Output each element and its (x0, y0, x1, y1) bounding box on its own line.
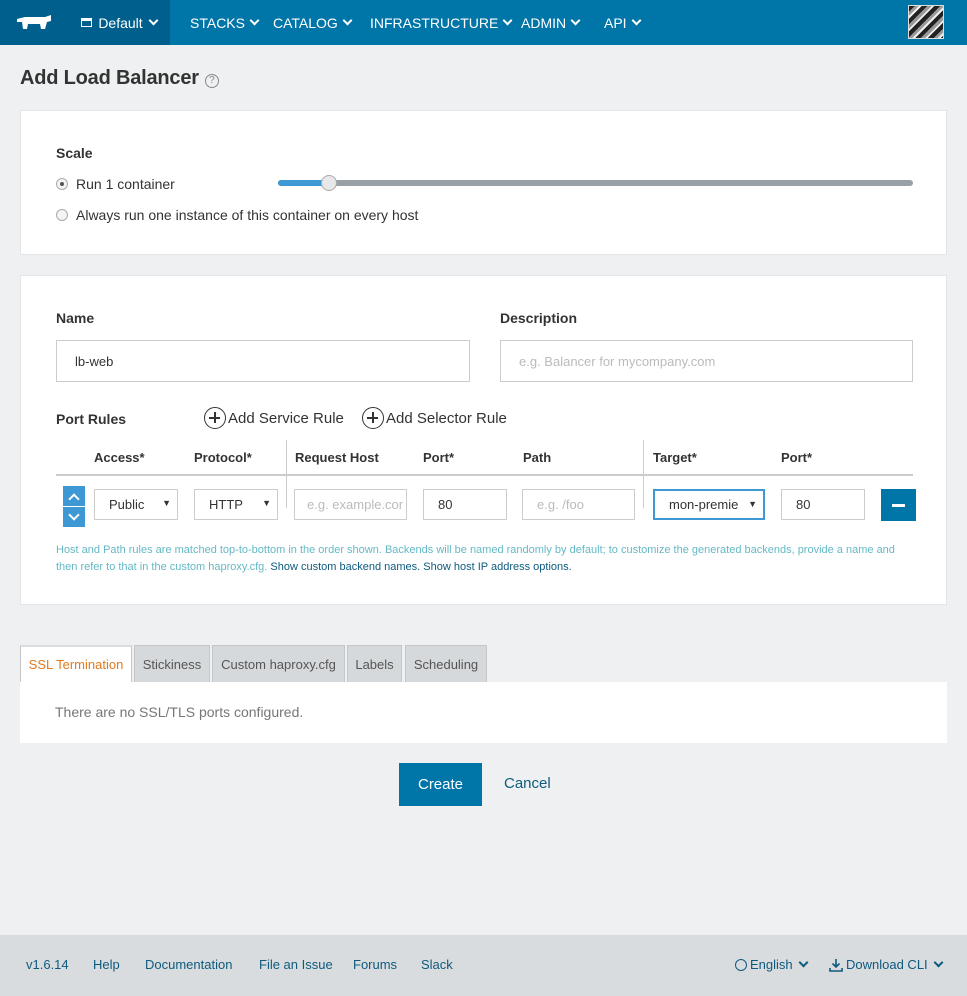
globe-icon (735, 958, 747, 971)
create-button[interactable]: Create (399, 763, 482, 806)
plus-circle-icon (362, 407, 384, 429)
chevron-down-icon (68, 508, 80, 521)
version-link[interactable]: v1.6.14 (26, 957, 69, 972)
chevron-down-icon (342, 15, 353, 26)
rancher-logo[interactable] (0, 0, 68, 45)
radio-unselected-icon[interactable] (56, 209, 68, 221)
chevron-down-icon (631, 15, 642, 26)
col-request-host: Request Host (295, 450, 379, 465)
radio-global[interactable]: Always run one instance of this containe… (56, 207, 418, 223)
add-selector-rule-button[interactable]: Add Selector Rule (362, 407, 507, 429)
chevron-down-icon (933, 957, 944, 968)
col-path: Path (523, 450, 552, 465)
nav-admin-label: ADMIN (521, 14, 567, 31)
chevron-down-icon (798, 957, 809, 968)
page-title: Add Load Balancer ? (20, 67, 219, 90)
form-panel: Name Description lb-web e.g. Balancer fo… (20, 275, 947, 605)
nav-admin[interactable]: ADMIN (521, 0, 581, 45)
environment-switcher[interactable]: Default (68, 0, 170, 45)
tab-ssl-termination[interactable]: SSL Termination (20, 645, 132, 683)
help-icon[interactable]: ? (204, 73, 219, 88)
access-select[interactable]: Public (94, 489, 178, 520)
radio-selected-icon[interactable] (56, 178, 68, 190)
nav-catalog-label: CATALOG (273, 14, 338, 31)
chevron-up-icon (68, 492, 80, 505)
port-input[interactable]: 80 (423, 489, 507, 520)
chevron-down-icon (570, 15, 581, 26)
col-port: Port* (423, 450, 455, 465)
footer: v1.6.14 Help Documentation File an Issue… (0, 935, 967, 996)
help-link[interactable]: Help (93, 957, 120, 972)
scale-label: Scale (56, 145, 93, 161)
name-input[interactable]: lb-web (56, 340, 470, 382)
target-select[interactable]: mon-premie (653, 489, 765, 520)
col-access: Access* (94, 450, 145, 465)
slider-handle[interactable] (321, 175, 337, 191)
path-input[interactable]: e.g. /foo (522, 489, 635, 520)
nav-infrastructure-label: INFRASTRUCTURE (370, 14, 499, 31)
nav-api-label: API (604, 14, 627, 31)
target-value: mon-premie (669, 497, 739, 512)
page-title-text: Add Load Balancer (20, 67, 199, 89)
chevron-down-icon (148, 15, 159, 26)
tab-custom-haproxy[interactable]: Custom haproxy.cfg (212, 645, 345, 683)
file-issue-link[interactable]: File an Issue (259, 957, 333, 972)
top-nav: Default STACKS CATALOG INFRASTRUCTURE AD… (0, 0, 967, 45)
chevron-down-icon (249, 15, 260, 26)
minus-icon (892, 503, 905, 507)
add-selector-rule-label: Add Selector Rule (386, 409, 507, 427)
access-value: Public (109, 497, 145, 512)
col-protocol: Protocol* (194, 450, 252, 465)
ssl-tab-panel: There are no SSL/TLS ports configured. (20, 682, 947, 743)
cancel-button[interactable]: Cancel (504, 775, 551, 792)
tab-stickiness[interactable]: Stickiness (134, 645, 210, 683)
add-service-rule-label: Add Service Rule (228, 409, 344, 427)
remove-rule-button[interactable] (881, 489, 916, 521)
show-host-ip-link[interactable]: Show host IP address options. (423, 561, 571, 573)
environment-icon (81, 18, 93, 27)
documentation-link[interactable]: Documentation (145, 957, 232, 972)
nav-infrastructure[interactable]: INFRASTRUCTURE (370, 0, 513, 45)
protocol-value: HTTP (209, 497, 243, 512)
port-rules-label: Port Rules (56, 411, 127, 427)
nav-stacks[interactable]: STACKS (190, 0, 260, 45)
radio-global-label: Always run one instance of this containe… (76, 207, 419, 223)
col-target: Target* (653, 450, 697, 465)
chevron-down-icon (502, 15, 513, 26)
tab-labels[interactable]: Labels (347, 645, 402, 683)
add-service-rule-button[interactable]: Add Service Rule (204, 407, 344, 429)
protocol-select[interactable]: HTTP (194, 489, 278, 520)
download-icon (829, 958, 843, 972)
description-input[interactable]: e.g. Balancer for mycompany.com (500, 340, 913, 382)
move-down-button[interactable] (63, 507, 85, 527)
description-label: Description (500, 310, 578, 326)
language-selector[interactable]: English (735, 957, 809, 972)
radio-run-label: Run 1 container (76, 176, 175, 192)
download-cli-label: Download CLI (846, 957, 928, 972)
user-avatar[interactable] (908, 5, 944, 39)
col-target-port: Port* (781, 450, 813, 465)
plus-circle-icon (204, 407, 226, 429)
request-host-input[interactable]: e.g. example.cor (294, 489, 407, 520)
language-label: English (750, 957, 793, 972)
scale-panel: Scale Run 1 container Always run one ins… (20, 110, 947, 255)
download-cli-link[interactable]: Download CLI (829, 957, 944, 972)
move-up-button[interactable] (63, 486, 85, 506)
show-backend-names-link[interactable]: Show custom backend names. (270, 561, 420, 573)
scale-slider[interactable] (278, 175, 913, 191)
nav-stacks-label: STACKS (190, 14, 245, 31)
nav-catalog[interactable]: CATALOG (273, 0, 353, 45)
environment-label: Default (98, 14, 143, 31)
ssl-empty-message: There are no SSL/TLS ports configured. (55, 704, 304, 720)
slack-link[interactable]: Slack (421, 957, 453, 972)
header-divider (56, 474, 913, 476)
name-label: Name (56, 310, 95, 326)
tab-scheduling[interactable]: Scheduling (405, 645, 487, 683)
port-rules-help-text: Host and Path rules are matched top-to-b… (56, 542, 916, 576)
target-port-input[interactable]: 80 (781, 489, 865, 520)
radio-run-containers[interactable]: Run 1 container (56, 176, 175, 192)
forums-link[interactable]: Forums (353, 957, 397, 972)
nav-api[interactable]: API (604, 0, 642, 45)
